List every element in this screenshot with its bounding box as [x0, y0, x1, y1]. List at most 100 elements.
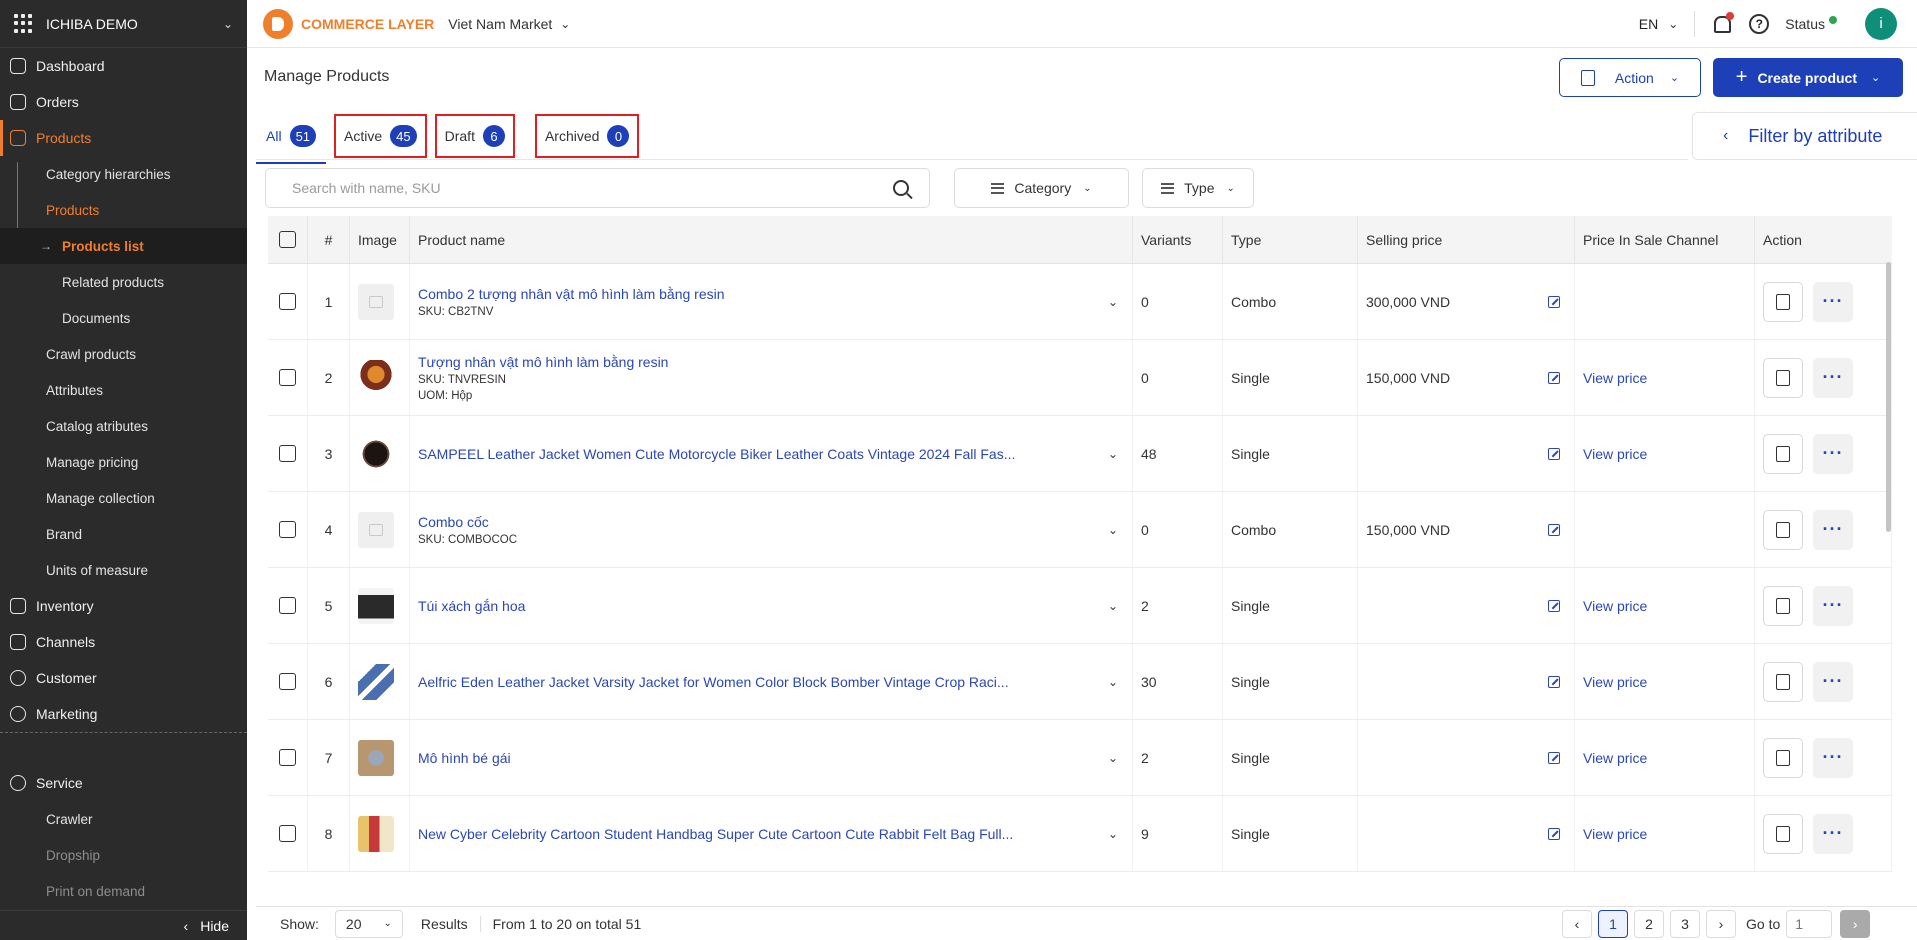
market-selector[interactable]: Viet Nam Market — [448, 16, 552, 32]
more-options-button[interactable]: ··· — [1813, 281, 1853, 322]
action-button[interactable]: Action ⌄ — [1559, 58, 1701, 97]
edit-product-button[interactable] — [1763, 281, 1803, 322]
product-name-link[interactable]: Combo cốc — [418, 514, 517, 530]
row-checkbox[interactable] — [279, 369, 296, 386]
nav-marketing[interactable]: Marketing — [0, 696, 247, 732]
edit-icon[interactable] — [1548, 827, 1560, 840]
nav-manage-collection[interactable]: Manage collection — [0, 480, 247, 516]
edit-icon[interactable] — [1548, 599, 1560, 612]
select-all-checkbox[interactable] — [279, 231, 296, 248]
edit-icon[interactable] — [1548, 751, 1560, 764]
nav-crawl-products[interactable]: Crawl products — [0, 336, 247, 372]
more-options-button[interactable]: ··· — [1813, 509, 1853, 550]
nav-related-products[interactable]: Related products — [0, 264, 247, 300]
workspace-switcher[interactable]: ICHIBA DEMO ⌄ — [0, 0, 247, 48]
edit-product-button[interactable] — [1763, 433, 1803, 474]
row-checkbox[interactable] — [279, 521, 296, 538]
more-options-button[interactable]: ··· — [1813, 737, 1853, 778]
more-options-button[interactable]: ··· — [1813, 585, 1853, 626]
page-size-select[interactable]: 20 ⌄ — [334, 909, 403, 938]
edit-icon[interactable] — [1548, 295, 1560, 308]
product-name-link[interactable]: Aelfric Eden Leather Jacket Varsity Jack… — [418, 674, 1009, 690]
nav-brand[interactable]: Brand — [0, 516, 247, 552]
prev-page-button[interactable]: ‹ — [1562, 910, 1592, 938]
chevron-down-icon[interactable]: ⌄ — [1108, 675, 1118, 689]
more-options-button[interactable]: ··· — [1813, 357, 1853, 398]
view-price-link[interactable]: View price — [1583, 826, 1647, 842]
more-options-button[interactable]: ··· — [1813, 661, 1853, 702]
next-page-button[interactable]: › — [1706, 910, 1736, 938]
view-price-link[interactable]: View price — [1583, 370, 1647, 386]
nav-attributes[interactable]: Attributes — [0, 372, 247, 408]
nav-channels[interactable]: Channels — [0, 624, 247, 660]
nav-orders[interactable]: Orders — [0, 84, 247, 120]
row-checkbox[interactable] — [279, 749, 296, 766]
nav-crawler[interactable]: Crawler — [0, 801, 247, 837]
edit-product-button[interactable] — [1763, 357, 1803, 398]
tab-draft[interactable]: Draft 6 — [434, 114, 515, 158]
edit-icon[interactable] — [1548, 675, 1560, 688]
table-scrollbar[interactable] — [1886, 262, 1891, 532]
more-options-button[interactable]: ··· — [1813, 813, 1853, 854]
product-name-link[interactable]: Túi xách gắn hoa — [418, 598, 525, 614]
more-options-button[interactable]: ··· — [1813, 433, 1853, 474]
edit-product-button[interactable] — [1763, 813, 1803, 854]
view-price-link[interactable]: View price — [1583, 598, 1647, 614]
nav-products[interactable]: Products — [0, 120, 247, 156]
nav-dashboard[interactable]: Dashboard — [0, 48, 247, 84]
create-product-button[interactable]: + Create product ⌄ — [1713, 58, 1903, 97]
row-checkbox[interactable] — [279, 825, 296, 842]
tab-archived[interactable]: Archived 0 — [534, 114, 640, 158]
nav-customer[interactable]: Customer — [0, 660, 247, 696]
nav-dropship[interactable]: Dropship — [0, 837, 247, 873]
edit-product-button[interactable] — [1763, 509, 1803, 550]
language-selector[interactable]: EN — [1639, 16, 1658, 32]
nav-documents[interactable]: Documents — [0, 300, 247, 336]
product-name-link[interactable]: SAMPEEL Leather Jacket Women Cute Motorc… — [418, 446, 1015, 462]
chevron-down-icon[interactable]: ⌄ — [223, 17, 233, 31]
tab-active[interactable]: Active 45 — [334, 114, 427, 158]
edit-product-button[interactable] — [1763, 661, 1803, 702]
nav-catalog-atributes[interactable]: Catalog atributes — [0, 408, 247, 444]
page-button[interactable]: 2 — [1634, 910, 1664, 938]
nav-inventory[interactable]: Inventory — [0, 588, 247, 624]
view-price-link[interactable]: View price — [1583, 674, 1647, 690]
page-button[interactable]: 1 — [1598, 910, 1628, 938]
product-name-link[interactable]: Tượng nhân vật mô hình làm bằng resin — [418, 354, 668, 370]
chevron-down-icon[interactable]: ⌄ — [1108, 827, 1118, 841]
tab-all[interactable]: All 51 — [256, 114, 327, 164]
view-price-link[interactable]: View price — [1583, 446, 1647, 462]
nav-service[interactable]: Service — [0, 765, 247, 801]
search-icon[interactable] — [893, 180, 909, 196]
chevron-down-icon[interactable]: ⌄ — [1108, 447, 1118, 461]
row-checkbox[interactable] — [279, 673, 296, 690]
edit-icon[interactable] — [1548, 371, 1560, 384]
nav-category-hierarchies[interactable]: Category hierarchies — [0, 156, 247, 192]
goto-page-input[interactable] — [1786, 910, 1833, 938]
nav-manage-pricing[interactable]: Manage pricing — [0, 444, 247, 480]
chevron-down-icon[interactable]: ⌄ — [1668, 17, 1678, 31]
nav-products-sub[interactable]: Products — [0, 192, 247, 228]
chevron-down-icon[interactable]: ⌄ — [1108, 523, 1118, 537]
bell-icon[interactable] — [1711, 11, 1735, 34]
nav-products-list[interactable]: → Products list — [0, 228, 247, 264]
type-filter[interactable]: Type ⌄ — [1142, 168, 1254, 208]
edit-icon[interactable] — [1548, 447, 1560, 460]
status-label[interactable]: Status — [1785, 16, 1825, 32]
hide-sidebar-button[interactable]: ‹ Hide — [0, 910, 247, 940]
apps-grid-icon[interactable] — [14, 13, 34, 34]
page-button[interactable]: 3 — [1670, 910, 1700, 938]
chevron-down-icon[interactable]: ⌄ — [560, 17, 570, 31]
edit-icon[interactable] — [1548, 523, 1560, 536]
filter-by-attribute-toggle[interactable]: ‹ Filter by attribute — [1692, 112, 1917, 160]
chevron-down-icon[interactable]: ⌄ — [1108, 295, 1118, 309]
view-price-link[interactable]: View price — [1583, 750, 1647, 766]
edit-product-button[interactable] — [1763, 585, 1803, 626]
go-button[interactable]: › — [1840, 910, 1871, 938]
edit-product-button[interactable] — [1763, 737, 1803, 778]
chevron-down-icon[interactable]: ⌄ — [1108, 751, 1118, 765]
row-checkbox[interactable] — [279, 445, 296, 462]
row-checkbox[interactable] — [279, 293, 296, 310]
chevron-down-icon[interactable]: ⌄ — [1108, 599, 1118, 613]
avatar[interactable]: i — [1865, 7, 1897, 40]
